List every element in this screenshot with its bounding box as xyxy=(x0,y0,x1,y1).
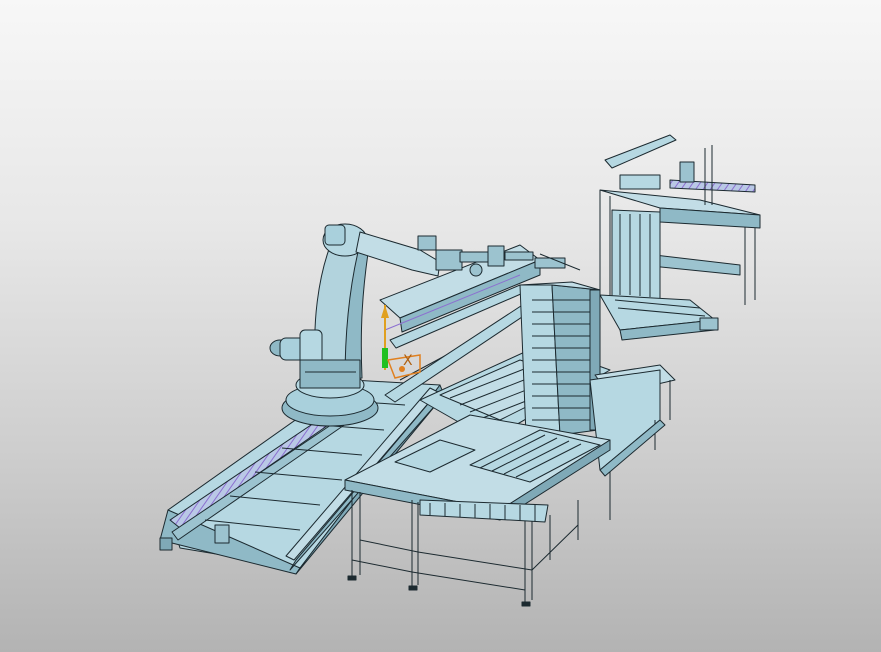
magazine-tower xyxy=(519,281,601,436)
right-conveyor xyxy=(599,294,719,341)
assembly-model[interactable] xyxy=(0,0,881,652)
right-back-station xyxy=(599,134,761,305)
cad-3d-viewport[interactable]: X xyxy=(0,0,881,652)
x-axis-label: X xyxy=(403,353,413,369)
